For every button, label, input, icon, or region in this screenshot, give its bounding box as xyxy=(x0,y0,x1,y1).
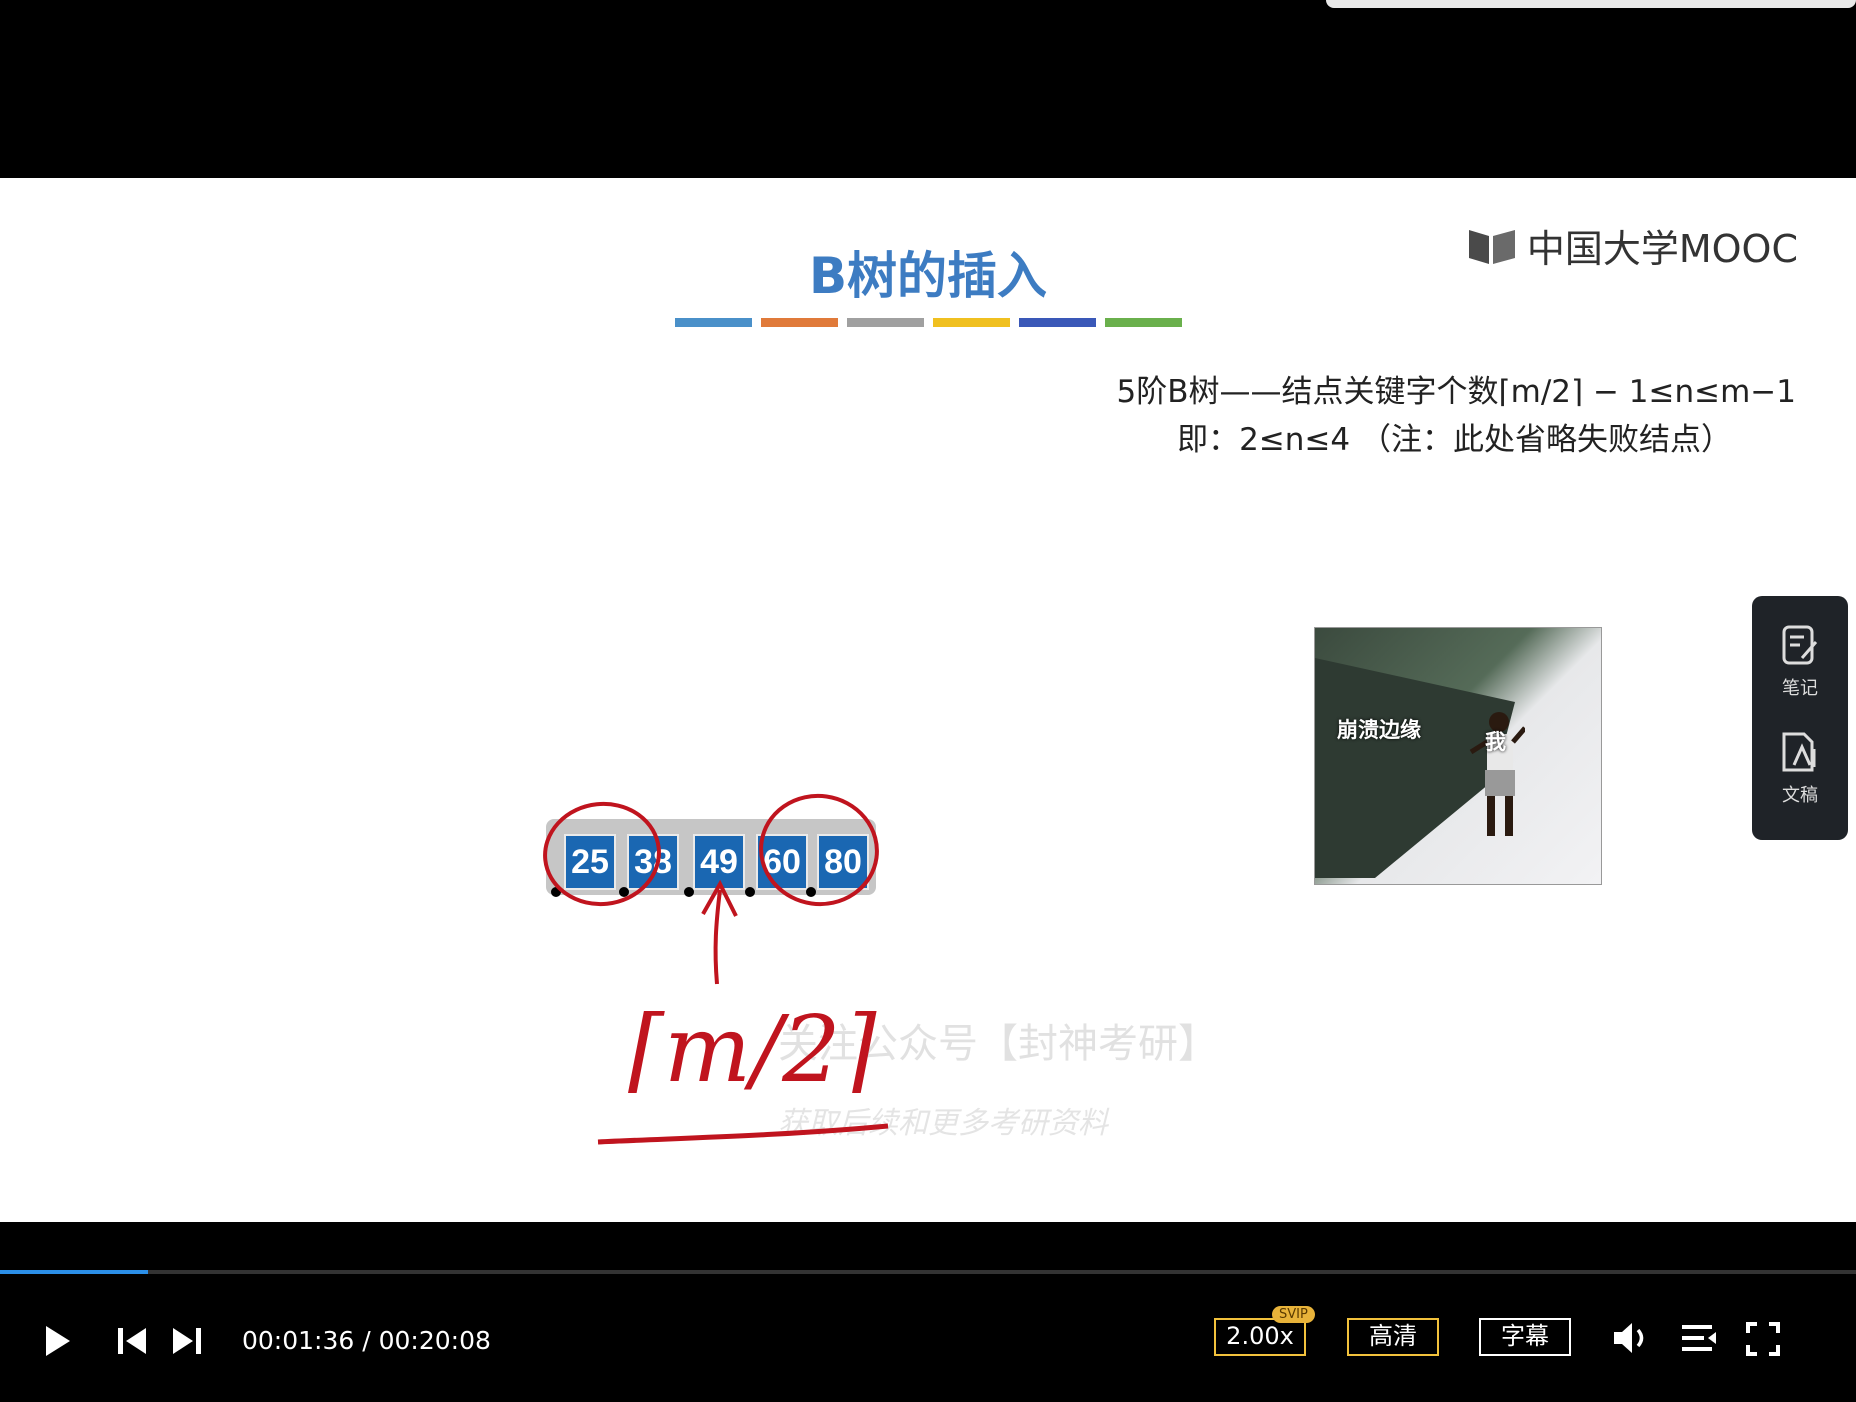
current-time: 00:01:36 xyxy=(242,1326,355,1355)
previous-icon[interactable] xyxy=(116,1326,148,1356)
side-panel: 笔记 文稿 xyxy=(1752,596,1848,840)
play-icon[interactable] xyxy=(42,1324,72,1358)
notes-icon xyxy=(1782,625,1818,665)
speed-button[interactable]: 2.00x xyxy=(1214,1318,1306,1356)
handwritten-formula: ⌈m/2⌉ xyxy=(628,996,877,1103)
notes-label: 笔记 xyxy=(1782,678,1818,699)
quality-button[interactable]: 高清 xyxy=(1347,1318,1439,1356)
playlist-icon[interactable] xyxy=(1680,1322,1718,1354)
player-controls: 00:01:36 / 00:20:08 2.00x SVIP 高清 字幕 xyxy=(0,1222,1856,1402)
top-pill xyxy=(1326,0,1856,8)
fullscreen-icon[interactable] xyxy=(1746,1322,1780,1356)
video-slide: B树的插入 中国大学MOOC 5阶B树——结点关键字个数⌈m/2⌉ − 1≤n≤… xyxy=(0,178,1856,1222)
time-separator: / xyxy=(362,1326,371,1355)
transcript-button[interactable]: 文稿 xyxy=(1752,731,1848,807)
next-icon[interactable] xyxy=(171,1326,203,1356)
transcript-label: 文稿 xyxy=(1782,785,1818,806)
transcript-icon xyxy=(1782,732,1816,772)
handwritten-annotations xyxy=(543,793,889,1145)
subtitle-button[interactable]: 字幕 xyxy=(1479,1318,1571,1356)
notes-button[interactable]: 笔记 xyxy=(1752,624,1848,700)
progress-bar[interactable] xyxy=(0,1270,1856,1274)
svip-badge: SVIP xyxy=(1272,1306,1315,1323)
top-black-bar xyxy=(0,0,1856,178)
volume-icon[interactable] xyxy=(1612,1320,1654,1356)
duration: 00:20:08 xyxy=(378,1326,491,1355)
progress-fill xyxy=(0,1270,148,1274)
time-display: 00:01:36 / 00:20:08 xyxy=(242,1326,491,1355)
